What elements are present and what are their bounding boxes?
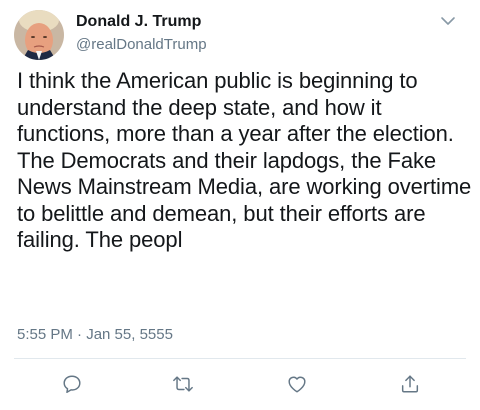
author-handle[interactable]: @realDonaldTrump bbox=[76, 36, 207, 53]
divider bbox=[14, 358, 466, 359]
tweet-card: Donald J. Trump @realDonaldTrump I think… bbox=[0, 0, 480, 410]
tweet-text: I think the American public is beginning… bbox=[17, 68, 472, 252]
heart-icon[interactable] bbox=[285, 372, 309, 396]
retweet-icon[interactable] bbox=[171, 372, 195, 396]
tweet-timestamp[interactable]: 5:55 PM · Jan 55, 5555 bbox=[17, 326, 173, 343]
reply-icon[interactable] bbox=[60, 372, 84, 396]
author-name[interactable]: Donald J. Trump bbox=[76, 13, 201, 31]
chevron-down-icon[interactable] bbox=[440, 14, 456, 26]
avatar[interactable] bbox=[14, 10, 64, 60]
share-icon[interactable] bbox=[398, 372, 422, 396]
